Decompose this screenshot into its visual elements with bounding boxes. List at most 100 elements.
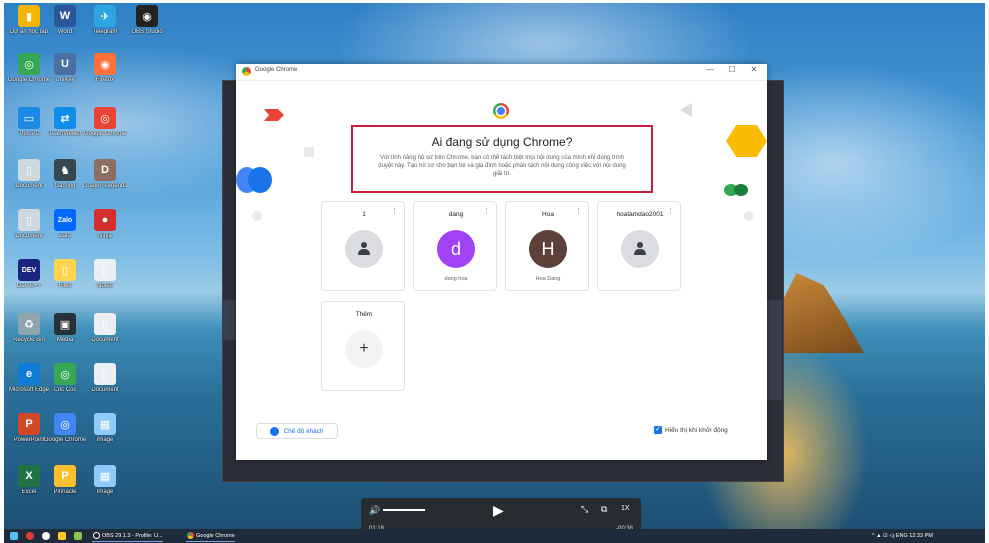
- decor-blue-circles-icon: [236, 167, 272, 193]
- playback-speed-button[interactable]: 1X: [621, 505, 630, 512]
- more-options-icon[interactable]: ⋮: [483, 207, 490, 215]
- app-icon: Zalo: [54, 209, 76, 231]
- app-icon: ◉: [94, 53, 116, 75]
- decor-green-pill-icon: [724, 184, 750, 196]
- profile-card-hoa[interactable]: Hoa ⋮ H Hoa Dang: [505, 201, 589, 291]
- app-icon: ▮: [18, 5, 40, 27]
- desktop-icon-label: Google Chrome: [43, 437, 87, 443]
- taskbar-obs-icon[interactable]: [42, 532, 50, 540]
- app-icon: ▦: [94, 413, 116, 435]
- app-icon: ▯: [94, 363, 116, 385]
- app-icon: ⇄: [54, 107, 76, 129]
- show-on-startup-checkbox[interactable]: ✓: [654, 426, 662, 434]
- app-icon: e: [18, 363, 40, 385]
- app-icon: ◎: [18, 53, 40, 75]
- desktop-icon[interactable]: ♞ Gaming: [43, 159, 87, 190]
- desktop-icon-label: Document: [91, 387, 119, 393]
- guest-profile-icon: [270, 426, 280, 436]
- desktop-icon[interactable]: ◉ OBS Studio: [125, 5, 169, 36]
- desktop-icon-label: Notes: [97, 283, 113, 289]
- desktop-icon-label: Telegram: [92, 29, 118, 35]
- app-icon: ▦: [94, 465, 116, 487]
- desktop-icon[interactable]: ● Ninja: [83, 209, 127, 240]
- add-profile-label: Thêm: [355, 311, 373, 318]
- desktop-icon[interactable]: ▣ Media: [43, 313, 87, 344]
- shrink-icon[interactable]: ⤡: [581, 504, 588, 515]
- maximize-button[interactable]: ☐: [725, 65, 739, 74]
- obs-icon: [93, 532, 100, 539]
- chrome-logo-icon: [242, 67, 251, 76]
- taskbar-explorer-icon[interactable]: [58, 532, 66, 540]
- start-button-icon[interactable]: [10, 532, 18, 540]
- desktop-icon-label: Zalo: [59, 233, 71, 239]
- desktop-icon[interactable]: ◎ Cốc Cốc: [43, 363, 87, 394]
- person-icon: [357, 242, 371, 256]
- profile-card-1[interactable]: 1 ⋮: [321, 201, 405, 291]
- app-icon: ▭: [18, 107, 40, 129]
- more-options-icon[interactable]: ⋮: [575, 207, 582, 215]
- window-title: Google Chrome: [255, 67, 298, 73]
- show-on-startup-option[interactable]: ✓ Hiển thị khi khởi động: [654, 426, 728, 434]
- desktop-icon[interactable]: Zalo Zalo: [43, 209, 87, 240]
- page-title: Ai đang sử dụng Chrome?: [431, 135, 573, 149]
- desktop-icon-label: TeamViewer: [48, 131, 82, 137]
- profile-card-dang[interactable]: dang ⋮ d dang hoa: [413, 201, 497, 291]
- play-button[interactable]: ▶: [493, 502, 504, 519]
- more-options-icon[interactable]: ⋮: [667, 207, 674, 215]
- taskbar-task-label: Google Chrome: [196, 533, 235, 539]
- decor-yellow-hexagon-icon: [726, 125, 767, 157]
- desktop-icon-label: OBS Studio: [131, 29, 163, 35]
- person-icon: [633, 242, 647, 256]
- taskbar-task-obs[interactable]: OBS 29.1.3 - Profile: U...: [92, 531, 163, 542]
- app-icon: ◎: [54, 363, 76, 385]
- profile-card-hoatamdao2001[interactable]: hoatamdao2001 ⋮: [597, 201, 681, 291]
- desktop-icon[interactable]: U UniKey: [43, 53, 87, 84]
- desktop-icon-label: Dragon Legends: [83, 183, 127, 189]
- desktop-icon[interactable]: ◉ Firefox: [83, 53, 127, 84]
- close-button[interactable]: ✕: [747, 65, 761, 74]
- desktop-icon[interactable]: ▦ Image: [83, 413, 127, 444]
- desktop-icon-label: Image: [96, 437, 114, 443]
- desktop-icon[interactable]: ◎ Google Chrome: [83, 107, 127, 138]
- app-icon: ◎: [94, 107, 116, 129]
- volume-slider[interactable]: [383, 509, 425, 511]
- app-icon: ◉: [136, 5, 158, 27]
- window-titlebar[interactable]: Google Chrome — ☐ ✕: [236, 64, 767, 81]
- desktop-icon[interactable]: ◎ Google Chrome: [43, 413, 87, 444]
- decor-grey-dot-icon: [252, 211, 262, 221]
- taskbar-app-icon[interactable]: [26, 532, 34, 540]
- desktop-icon[interactable]: ▯ Files: [43, 259, 87, 290]
- taskbar-task-chrome[interactable]: Google Chrome: [186, 531, 235, 542]
- desktop-icon[interactable]: W Word: [43, 5, 87, 36]
- guest-mode-button[interactable]: Chế độ khách: [256, 423, 338, 439]
- decor-grey-triangle-icon: [680, 103, 692, 117]
- desktop-icon[interactable]: D Dragon Legends: [83, 159, 127, 190]
- desktop-icon[interactable]: ▦ Image: [83, 465, 127, 496]
- desktop-icon-label: UniKey: [55, 77, 75, 83]
- screen: ▮ Dự án học tập W Word ✈ Telegram ◉ OBS Studio ◎…: [0, 0, 989, 543]
- decor-grey-square-icon: [304, 147, 314, 157]
- minimize-button[interactable]: —: [703, 65, 717, 74]
- app-icon: ▯: [94, 259, 116, 281]
- desktop-icon-label: Image: [96, 489, 114, 495]
- system-tray[interactable]: ^ ▲ ⊡ ◁ᵢ ENG 12:33 PM: [872, 531, 933, 541]
- profile-avatar: H: [529, 230, 567, 268]
- plus-icon: +: [345, 330, 383, 368]
- desktop-icon[interactable]: ✈ Telegram: [83, 5, 127, 36]
- desktop-icon[interactable]: ▯ Document: [83, 363, 127, 394]
- chrome-logo-large-icon: [493, 103, 509, 119]
- app-icon: P: [54, 465, 76, 487]
- volume-icon[interactable]: 🔊: [369, 505, 380, 516]
- more-options-icon[interactable]: ⋮: [391, 207, 398, 215]
- desktop-icon[interactable]: ▯ Document: [83, 313, 127, 344]
- page-description: Với tính năng hồ sơ trên Chrome, bạn có …: [378, 155, 626, 177]
- taskbar-task-label: OBS 29.1.3 - Profile: U...: [102, 533, 163, 539]
- desktop-icon-label: Firefox: [95, 77, 115, 83]
- add-profile-card[interactable]: Thêm +: [321, 301, 405, 391]
- taskbar-app2-icon[interactable]: [74, 532, 82, 540]
- desktop-icon[interactable]: P Pinnacle: [43, 465, 87, 496]
- desktop-icon[interactable]: ⇄ TeamViewer: [43, 107, 87, 138]
- desktop-icon[interactable]: ▯ Notes: [83, 259, 127, 290]
- app-icon: ●: [94, 209, 116, 231]
- picture-in-picture-icon[interactable]: ⧉: [601, 504, 607, 515]
